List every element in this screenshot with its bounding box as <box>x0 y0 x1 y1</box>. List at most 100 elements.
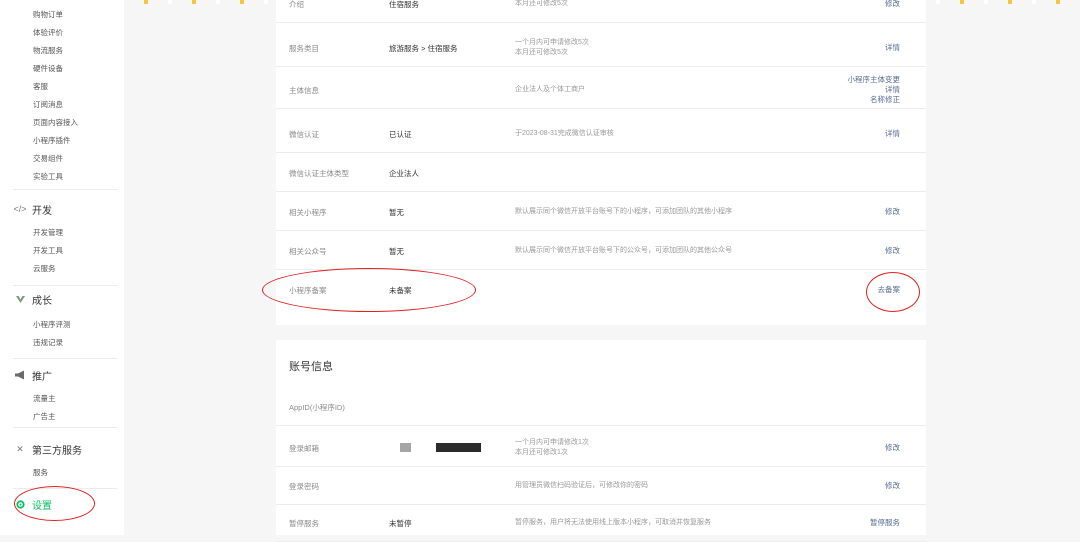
sidebar-item[interactable]: 物流服务 <box>33 46 63 56</box>
row-label: 登录邮箱 <box>289 443 319 453</box>
row-actions: 修改 <box>885 429 900 467</box>
row-actions: 修改 <box>885 193 900 231</box>
sidebar-section-label: 第三方服务 <box>32 445 82 457</box>
row-label: 微信认证主体类型 <box>289 168 349 178</box>
info-row: 相关小程序 暂无 默认展示同个微信开放平台账号下的小程序，可添加团队的其他小程序 修改 <box>276 193 926 231</box>
sidebar-item-traffic-owner[interactable]: 流量主 <box>33 394 56 404</box>
row-label: 服务类目 <box>289 43 319 53</box>
row-action-link[interactable]: 名称修正 <box>870 95 900 105</box>
sidebar-item[interactable]: 页面内容接入 <box>33 118 78 128</box>
row-description-line: 默认展示同个微信开放平台账号下的公众号，可添加团队的其他公众号 <box>515 247 732 254</box>
sidebar-section-promotion[interactable]: 推广 <box>13 367 52 383</box>
sidebar-item-dev-tools[interactable]: 开发工具 <box>33 246 63 256</box>
info-row: 相关公众号 暂无 默认展示同个微信开放平台账号下的公众号，可添加团队的其他公众号 修改 <box>276 232 926 270</box>
row-description-line: 企业法人及个体工商户 <box>515 86 585 93</box>
sidebar-item-dev-manage[interactable]: 开发管理 <box>33 228 63 238</box>
row-value: 未备案 <box>389 285 412 295</box>
row-value: 已认证 <box>389 129 412 139</box>
settings-icon <box>13 498 27 510</box>
row-action-link[interactable]: 修改 <box>885 443 900 453</box>
row-separator <box>276 230 926 231</box>
top-strip-segment <box>936 0 940 4</box>
info-row: 登录邮箱 一个月内可申请修改1次 本月还可修改1次 修改 <box>276 429 926 467</box>
row-description: 用管理员微信扫码验证后，可修改你的密码 <box>515 467 648 505</box>
row-actions: 修改 <box>885 232 900 270</box>
info-row: 微信认证 已认证 于2023-08-31完成微信认证审核 详情 <box>276 115 926 153</box>
row-action-link[interactable]: 修改 <box>885 246 900 256</box>
sidebar: 购物订单体验评价物流服务硬件设备客服订阅消息页面内容接入 小程序插件交易组件实验工… <box>0 0 124 535</box>
info-row: 登录密码 用管理员微信扫码验证后，可修改你的密码 修改 <box>276 467 926 505</box>
sidebar-section-growth[interactable]: 成长 <box>13 291 52 307</box>
row-action-link[interactable]: 修改 <box>885 0 900 9</box>
sidebar-item[interactable]: 硬件设备 <box>33 64 63 74</box>
row-description: 本月还可修改5次 <box>515 0 568 23</box>
row-action-link[interactable]: 详情 <box>885 43 900 53</box>
row-action-link[interactable]: 暂停服务 <box>870 518 900 528</box>
row-value: 暂无 <box>389 207 404 217</box>
account-info-card: 账号信息 AppID(小程序ID) 登录邮箱 一个月内可申请修改1次 本月还可修改1次… <box>276 340 926 542</box>
masked-email-block <box>436 443 481 452</box>
sidebar-section-settings[interactable]: 设置 <box>13 496 52 512</box>
sidebar-item[interactable]: 交易组件 <box>33 154 63 164</box>
top-strip-segment <box>960 0 964 4</box>
sidebar-item[interactable]: 客服 <box>33 82 48 92</box>
sidebar-item-violations[interactable]: 违规记录 <box>33 338 63 348</box>
account-info-title: 账号信息 <box>289 361 333 373</box>
sidebar-divider <box>13 488 117 489</box>
row-separator <box>276 108 926 109</box>
row-description: 企业法人及个体工商户 <box>515 71 585 109</box>
top-strip-segment <box>984 0 988 4</box>
sidebar-section-label: 开发 <box>32 205 52 217</box>
row-action-link[interactable]: 去备案 <box>878 285 901 295</box>
sidebar-item[interactable]: 实验工具 <box>33 172 63 182</box>
info-row: 主体信息 企业法人及个体工商户 小程序主体变更 详情 名称修正 <box>276 71 926 109</box>
row-actions: 修改 <box>885 0 900 23</box>
row-actions: 去备案 <box>878 271 901 309</box>
sidebar-item[interactable]: 购物订单 <box>33 10 63 20</box>
row-separator <box>276 191 926 192</box>
row-separator <box>276 425 926 426</box>
row-description-line: 用管理员微信扫码验证后，可修改你的密码 <box>515 482 648 489</box>
row-label: 微信认证 <box>289 129 319 139</box>
row-value: 企业法人 <box>389 168 419 178</box>
row-label: 主体信息 <box>289 85 319 95</box>
row-description-line: 默认展示同个微信开放平台账号下的小程序，可添加团队的其他小程序 <box>515 208 732 215</box>
row-description: 暂停服务，用户将无法使用线上版本小程序，可取消并恢复服务 <box>515 504 711 542</box>
row-value: 未暂停 <box>389 518 412 528</box>
row-action-link[interactable]: 详情 <box>885 85 900 95</box>
row-action-link[interactable]: 小程序主体变更 <box>848 75 901 85</box>
sidebar-divider <box>13 189 117 190</box>
top-strip-segment <box>240 0 244 4</box>
sidebar-item[interactable]: 体验评价 <box>33 28 63 38</box>
growth-icon <box>13 293 27 305</box>
row-separator <box>276 66 926 67</box>
row-description-line: 一个月内可申请修改5次 <box>515 39 589 46</box>
masked-email-block <box>400 443 411 452</box>
megaphone-icon <box>13 369 27 381</box>
top-strip-segment <box>1008 0 1012 4</box>
row-separator <box>276 269 926 270</box>
sidebar-item[interactable]: 小程序插件 <box>33 136 71 146</box>
row-label: 暂停服务 <box>289 518 319 528</box>
sidebar-item[interactable]: 订阅消息 <box>33 100 63 110</box>
sidebar-item-advertiser[interactable]: 广告主 <box>33 412 56 422</box>
sidebar-divider <box>13 285 117 286</box>
row-action-link[interactable]: 详情 <box>885 129 900 139</box>
sidebar-item-service[interactable]: 服务 <box>33 468 48 478</box>
row-action-link[interactable]: 修改 <box>885 481 900 491</box>
row-description: 一个月内可申请修改1次 本月还可修改1次 <box>515 429 589 467</box>
row-description: 默认展示同个微信开放平台账号下的公众号，可添加团队的其他公众号 <box>515 232 732 270</box>
sidebar-item-cloud[interactable]: 云服务 <box>33 264 56 274</box>
row-actions: 小程序主体变更 详情 名称修正 <box>848 71 901 109</box>
code-icon: </> <box>13 204 27 214</box>
sidebar-item-evaluation[interactable]: 小程序评测 <box>33 320 71 330</box>
row-action-link[interactable]: 修改 <box>885 207 900 217</box>
row-label: 相关公众号 <box>289 246 327 256</box>
row-description: 默认展示同个微信开放平台账号下的小程序，可添加团队的其他小程序 <box>515 193 732 231</box>
row-actions: 修改 <box>885 467 900 505</box>
top-strip-segment <box>144 0 148 4</box>
sidebar-section-third-party[interactable]: ✕ 第三方服务 <box>13 441 82 457</box>
sidebar-divider <box>13 427 117 428</box>
sidebar-section-dev[interactable]: </> 开发 <box>13 201 52 217</box>
top-strip-segment <box>168 0 172 4</box>
